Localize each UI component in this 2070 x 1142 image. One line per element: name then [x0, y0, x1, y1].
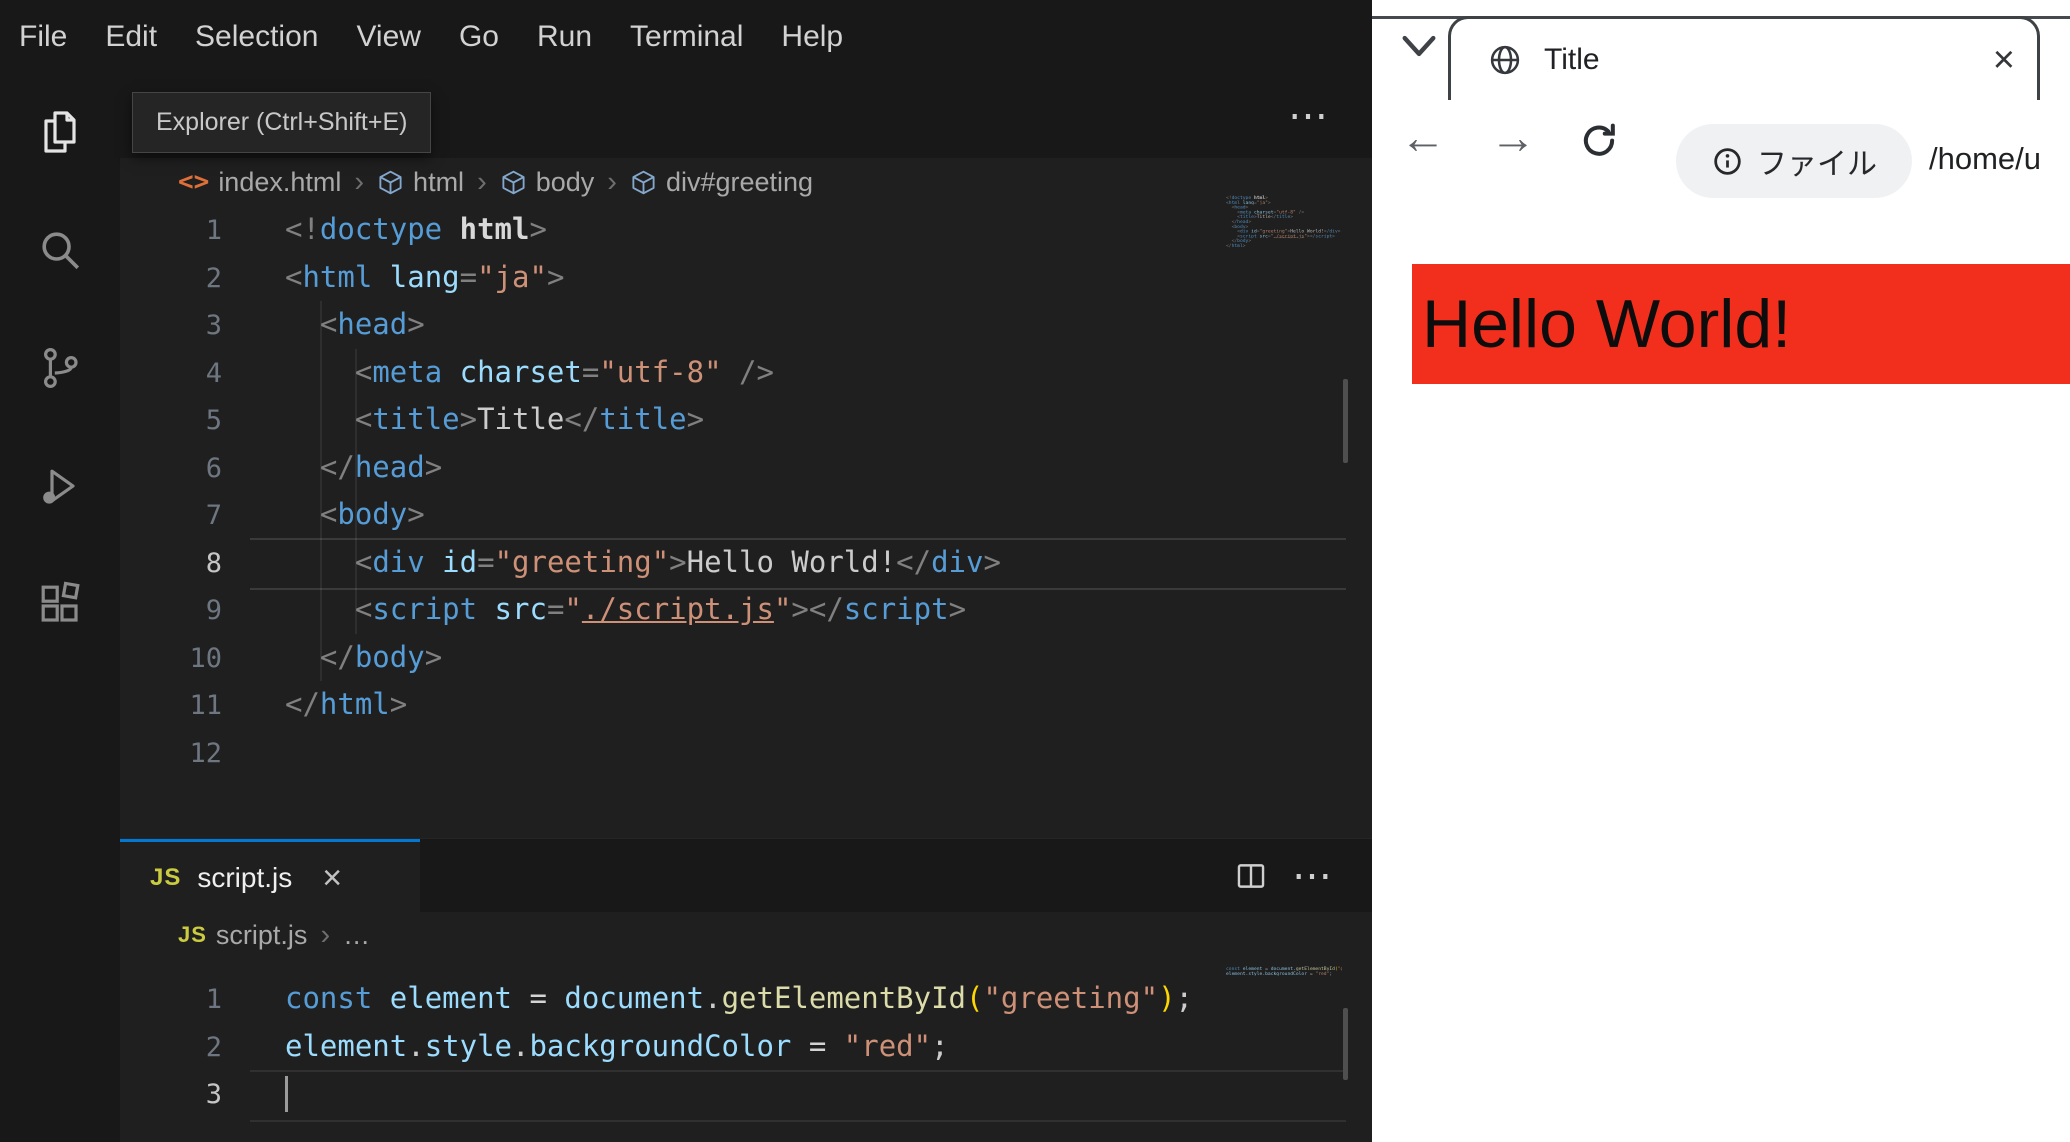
text-cursor	[285, 1076, 288, 1112]
file-scheme-chip[interactable]: ファイル	[1676, 124, 1912, 198]
code-line[interactable]: 5 <title>Title</title>	[120, 396, 1372, 444]
chevron-right-icon: ›	[607, 165, 617, 198]
line-number: 1	[205, 215, 222, 246]
close-tab-button[interactable]: ×	[322, 861, 342, 895]
line-number: 6	[205, 452, 222, 484]
line-number: 3	[205, 1079, 222, 1110]
code-line[interactable]: 12	[120, 729, 1372, 777]
chevron-right-icon: ›	[354, 165, 365, 198]
code-line[interactable]: 9 <script src="./script.js"></script>	[120, 586, 1372, 634]
activity-explorer-icon[interactable]	[0, 73, 120, 191]
back-button[interactable]: ←	[1400, 110, 1446, 164]
activity-extensions-icon[interactable]	[0, 545, 120, 663]
activity-bar	[0, 73, 120, 1142]
line-number: 2	[205, 262, 222, 294]
panel-more-actions-button[interactable]: ⋯	[1292, 839, 1332, 913]
code-line[interactable]: 11 </html>	[120, 681, 1372, 729]
explorer-tooltip: Explorer (Ctrl+Shift+E)	[132, 92, 432, 153]
code-line[interactable]: 2 <html lang="ja">	[120, 254, 1372, 302]
forward-button[interactable]: →	[1490, 110, 1536, 164]
breadcrumb-item-index-html[interactable]: <> index.html	[178, 167, 341, 198]
menu-help[interactable]: Help	[762, 1, 862, 73]
line-number: 1	[205, 984, 222, 1015]
code-line[interactable]: 3	[120, 1070, 1372, 1118]
code-line[interactable]: 1 const element = document.getElementById…	[120, 975, 1372, 1023]
activity-run-debug-icon[interactable]	[0, 427, 120, 545]
code-line[interactable]: 2 element.style.backgroundColor = "red";	[120, 1023, 1372, 1071]
tab-title: Title	[1544, 42, 1600, 76]
scrollbar[interactable]	[1343, 379, 1348, 463]
code-line[interactable]: 6 </head>	[120, 444, 1372, 492]
menu-bar: File Edit Selection View Go Run Terminal Help	[0, 0, 1372, 74]
code-line[interactable]: 1 <!doctype html>	[120, 206, 1372, 254]
code-line[interactable]: 8 <div id="greeting">Hello World!</div>	[120, 539, 1372, 587]
menu-go[interactable]: Go	[440, 1, 518, 73]
menu-view[interactable]: View	[337, 1, 439, 73]
minimap[interactable]: <!doctype html> <html lang="ja"> <head> <…	[1226, 195, 1342, 251]
chevron-right-icon: ›	[320, 918, 331, 951]
menu-edit[interactable]: Edit	[86, 1, 176, 73]
cube-icon	[500, 169, 527, 196]
browser-tab[interactable]: Title ×	[1448, 16, 2040, 100]
page-heading-bar: Hello World!	[1412, 264, 2070, 384]
line-number: 8	[205, 547, 222, 579]
cube-icon	[377, 169, 404, 196]
breadcrumb-item-div-greeting[interactable]: div#greeting	[630, 167, 813, 198]
line-number: 4	[205, 357, 222, 389]
menu-file[interactable]: File	[0, 1, 86, 73]
vscode-window: File Edit Selection View Go Run Terminal Help ⋯…	[0, 0, 1372, 1142]
editor-more-actions-button[interactable]: ⋯	[1288, 73, 1328, 158]
editor-region: ⋯ <> index.html › html › body › div#greeting 1 <…	[120, 73, 1372, 1142]
line-number: 12	[189, 737, 222, 769]
activity-search-icon[interactable]	[0, 191, 120, 309]
line-number: 11	[189, 690, 222, 721]
menu-selection[interactable]: Selection	[176, 1, 337, 73]
menu-terminal[interactable]: Terminal	[611, 1, 762, 73]
panel-tab-strip: JS script.js × ⋯	[120, 838, 1372, 913]
tab-script-js[interactable]: JS script.js ×	[120, 839, 420, 913]
code-line[interactable]: 4 <meta charset="utf-8" />	[120, 349, 1372, 397]
line-number: 7	[205, 500, 222, 531]
code-line[interactable]: 10 </body>	[120, 634, 1372, 682]
info-icon	[1711, 145, 1744, 178]
code-line[interactable]: 7 <body>	[120, 491, 1372, 539]
globe-icon	[1487, 42, 1523, 78]
js-editor[interactable]: 1 const element = document.getElementById…	[120, 975, 1372, 1118]
breadcrumb-item-script-js[interactable]: JS script.js	[178, 920, 307, 951]
html-editor[interactable]: 1 <!doctype html> 2 <html lang="ja"> 3 <head…	[120, 206, 1372, 776]
breadcrumb-item-html[interactable]: html	[377, 167, 464, 198]
html-file-icon: <>	[178, 167, 210, 197]
minimap[interactable]: const element = document.getElementById(…	[1226, 966, 1342, 982]
line-number: 3	[205, 310, 222, 341]
browser-window: Title × ← → ファイル /home/u Hello World!	[1372, 0, 2070, 1142]
menu-run[interactable]: Run	[518, 1, 611, 73]
close-tab-button[interactable]: ×	[1993, 41, 2015, 79]
breadcrumb-item-body[interactable]: body	[500, 167, 594, 198]
tab-label: script.js	[197, 861, 293, 893]
js-icon: JS	[150, 863, 182, 891]
line-number: 5	[205, 405, 222, 436]
line-number: 9	[205, 595, 222, 626]
breadcrumb-item--[interactable]: …	[343, 920, 370, 951]
tab-list-chevron-button[interactable]	[1400, 33, 1438, 64]
code-line[interactable]: 3 <head>	[120, 301, 1372, 349]
line-number: 10	[189, 642, 222, 674]
cube-icon	[630, 169, 657, 196]
line-number: 2	[205, 1031, 222, 1063]
screenshot: File Edit Selection View Go Run Terminal Help ⋯…	[0, 0, 2070, 1142]
chip-label: ファイル	[1757, 148, 1877, 181]
breadcrumb: <> index.html › html › body › div#greeting	[120, 158, 1372, 206]
reload-button[interactable]	[1578, 120, 1620, 167]
chevron-right-icon: ›	[477, 165, 487, 198]
activity-source-control-icon[interactable]	[0, 309, 120, 427]
js-icon: JS	[178, 922, 207, 947]
page-heading: Hello World!	[1422, 286, 1792, 362]
breadcrumb: JS script.js › …	[120, 912, 1372, 958]
split-editor-button[interactable]	[1234, 839, 1268, 913]
scrollbar[interactable]	[1343, 1008, 1348, 1080]
address-url[interactable]: /home/u	[1929, 141, 2041, 177]
